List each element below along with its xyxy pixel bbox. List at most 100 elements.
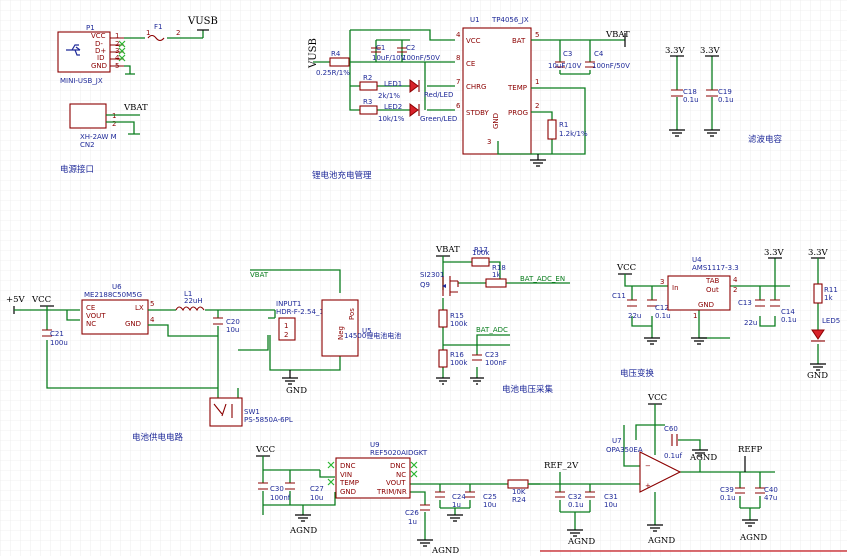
c1-ref: C1	[376, 44, 385, 52]
u6-pin-vout: VOUT	[86, 312, 106, 320]
net-gnd-led5: GND	[807, 371, 828, 381]
usb-pinnum-1: 1	[115, 32, 119, 40]
net-vcc-ldo: VCC	[616, 263, 636, 273]
u9-ref: U9	[370, 441, 380, 449]
led1-ref: LED1	[384, 80, 402, 88]
u4-pin-in: In	[672, 284, 679, 292]
u9-pin-dnc-right: DNC	[390, 462, 406, 470]
u1-part: TP4056_JX	[491, 16, 529, 24]
r3-ref: R3	[363, 98, 372, 106]
c24-ref: C24	[452, 493, 466, 501]
c12-value: 0.1u	[655, 312, 671, 320]
net-bat-adc-en: BAT_ADC_EN	[520, 275, 565, 283]
r4-ref: R4	[331, 50, 341, 58]
ic-u1-tp4056[interactable]: U1 TP4056_JX VCC CE CHRG STDBY 4 8 7 6 B…	[456, 16, 539, 155]
input1-pin1: 1	[284, 322, 288, 330]
opamp-plus: +	[645, 482, 651, 490]
u1-pinnum-6: 6	[456, 102, 461, 110]
u1-pinnum-8: 8	[456, 54, 460, 62]
c12-ref: C12	[655, 304, 669, 312]
net-agnd-c60: AGND	[689, 453, 717, 463]
u1-pin-gnd: GND	[492, 113, 500, 129]
r24-ref: R24	[512, 496, 526, 504]
c31-value: 10u	[604, 501, 617, 509]
c4-value: 100nF/50V	[592, 62, 630, 70]
c11-value: 22u	[628, 312, 641, 320]
u1-pinnum-3: 3	[487, 138, 491, 146]
c21-ref: C21	[50, 330, 64, 338]
c2-value: 100nF/50V	[402, 54, 440, 62]
net-3v3-led5: 3.3V	[808, 248, 829, 258]
r2-value: 2k/1%	[378, 92, 400, 100]
u9-pin-temp: TEMP	[339, 479, 359, 487]
q9-part: SI2301	[420, 271, 444, 279]
u6-pinnum-5: 5	[150, 300, 154, 308]
section-battery-voltage-sample: 电池电压采集	[502, 384, 554, 395]
u9-pin-trim: TRIM/NR	[376, 488, 407, 496]
u4-ref: U4	[692, 256, 702, 264]
u1-pinnum-1: 1	[535, 78, 539, 86]
u5-pos: Pos	[348, 308, 356, 320]
q9-ref: Q9	[420, 281, 430, 289]
usb-pin-id: ID	[97, 54, 104, 62]
u1-pin-prog: PROG	[508, 109, 528, 117]
c23-ref: C23	[485, 351, 499, 359]
c26-value: 1u	[408, 518, 417, 526]
c25-value: 10u	[483, 501, 496, 509]
c1-value: 10uF/10V	[372, 54, 406, 62]
cn2-pin1: 1	[112, 112, 116, 120]
u9-pin-vin: VIN	[340, 471, 352, 479]
c27-value: 10u	[310, 494, 323, 502]
r16-ref: R16	[450, 351, 464, 359]
c31-ref: C31	[604, 493, 618, 501]
u4-pin-out: Out	[706, 286, 719, 294]
net-vbat-cn2: VBAT	[123, 103, 148, 113]
input1-ref: INPUT1	[276, 300, 301, 308]
u1-pinnum-2: 2	[535, 102, 539, 110]
u6-part: ME2188C50M5G	[84, 291, 142, 299]
u1-pinnum-5: 5	[535, 31, 539, 39]
u9-part: REF5020AIDGKT	[370, 449, 428, 457]
r17-value: 100k	[472, 249, 490, 257]
u4-part: AMS1117-3.3	[692, 264, 739, 272]
net-agnd-c40: AGND	[739, 533, 767, 543]
c3-ref: C3	[563, 50, 572, 58]
c39-value: 0.1u	[720, 494, 736, 502]
r16-value: 100k	[450, 359, 468, 367]
u1-pin-vcc: VCC	[466, 37, 481, 45]
c3-value: 10uF/10V	[548, 62, 582, 70]
c4-ref: C4	[594, 50, 604, 58]
r15-ref: R15	[450, 312, 464, 320]
u1-ref: U1	[470, 16, 480, 24]
r3-value: 10k/1%	[378, 115, 405, 123]
u4-pinnum-1: 1	[693, 312, 697, 320]
c32-ref: C32	[568, 493, 582, 501]
c23-value: 100nF	[485, 359, 507, 367]
net-vbat-charger: VBAT	[605, 30, 630, 40]
u9-pin-nc: NC	[396, 471, 406, 479]
r18-value: 1k	[492, 271, 501, 279]
c14-ref: C14	[781, 308, 795, 316]
u6-pin-lx: LX	[135, 304, 144, 312]
net-vcc-ref: VCC	[255, 445, 275, 455]
r11-ref: R11	[824, 286, 838, 294]
c14-value: 0.1u	[781, 316, 797, 324]
resistor-r17[interactable]: R17 100k	[471, 246, 490, 267]
net-3v3-c19: 3.3V	[700, 46, 721, 56]
u4-pin-tab: TAB	[705, 277, 720, 285]
net-vbat-battery: VBAT	[250, 271, 269, 279]
net-5v: +5V	[6, 295, 26, 305]
c20-value: 10u	[226, 326, 239, 334]
led2-ref: LED2	[384, 103, 402, 111]
f1-pin2: 2	[176, 29, 180, 37]
r2-ref: R2	[363, 74, 372, 82]
section-filter-cap: 滤波电容	[748, 134, 783, 145]
net-vcc-boost: VCC	[31, 295, 51, 305]
r1-ref: R1	[559, 121, 568, 129]
section-power-port: 电源接口	[60, 164, 94, 175]
c24-value: 1u	[452, 501, 461, 509]
c19-value: 0.1u	[718, 96, 734, 104]
c32-value: 0.1u	[568, 501, 584, 509]
u7-ref: U7	[612, 437, 622, 445]
sw1-ref: SW1	[244, 408, 260, 416]
